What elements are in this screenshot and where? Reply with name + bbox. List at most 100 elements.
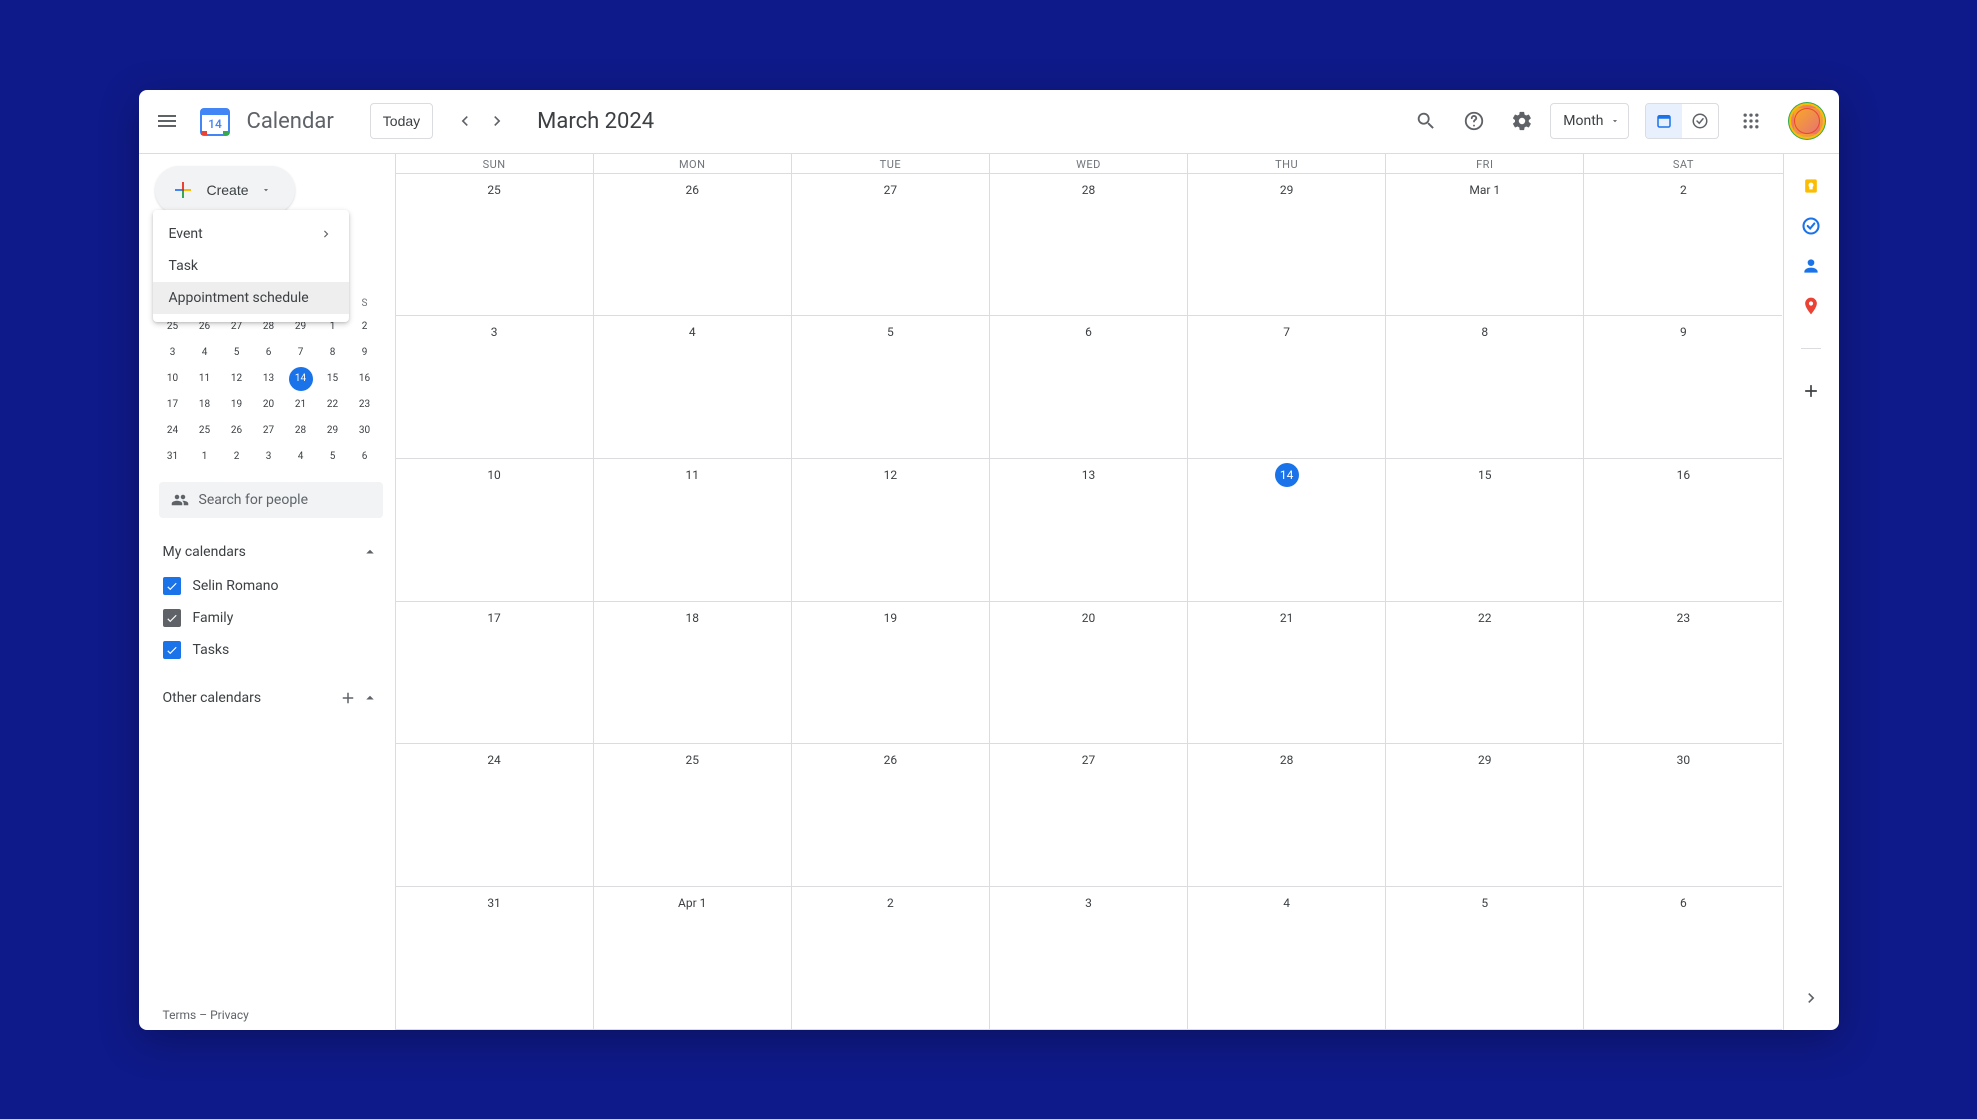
mini-cal-day[interactable]: 11: [193, 367, 217, 391]
create-menu-appointment[interactable]: Appointment schedule: [153, 282, 349, 314]
day-cell[interactable]: 28: [990, 174, 1188, 317]
side-panel-app-keep[interactable]: [1791, 166, 1831, 206]
day-number[interactable]: 13: [1076, 463, 1100, 487]
day-number[interactable]: 16: [1671, 463, 1695, 487]
day-cell[interactable]: 31: [396, 887, 594, 1030]
day-cell[interactable]: 15: [1386, 459, 1584, 602]
day-number[interactable]: 21: [1275, 606, 1299, 630]
main-menu-button[interactable]: [147, 101, 187, 141]
today-button[interactable]: Today: [370, 103, 433, 139]
day-number[interactable]: 11: [680, 463, 704, 487]
mini-cal-day[interactable]: 10: [161, 367, 185, 391]
google-apps-button[interactable]: [1731, 101, 1771, 141]
mini-cal-day[interactable]: 7: [289, 341, 313, 365]
day-number[interactable]: 22: [1473, 606, 1497, 630]
day-cell[interactable]: 2: [792, 887, 990, 1030]
day-number[interactable]: 28: [1275, 748, 1299, 772]
day-cell[interactable]: 19: [792, 602, 990, 745]
day-cell[interactable]: 7: [1188, 316, 1386, 459]
mini-cal-day[interactable]: 1: [193, 445, 217, 469]
day-number[interactable]: 15: [1473, 463, 1497, 487]
day-cell[interactable]: 16: [1584, 459, 1782, 602]
day-number[interactable]: 9: [1671, 320, 1695, 344]
day-cell[interactable]: 28: [1188, 744, 1386, 887]
day-number[interactable]: 14: [1275, 463, 1299, 487]
mini-cal-day[interactable]: 26: [225, 419, 249, 443]
day-cell[interactable]: 23: [1584, 602, 1782, 745]
day-number[interactable]: 27: [878, 178, 902, 202]
mini-cal-day[interactable]: 22: [321, 393, 345, 417]
create-menu-task[interactable]: Task: [153, 250, 349, 282]
mini-cal-day[interactable]: 28: [289, 419, 313, 443]
day-number[interactable]: 5: [1473, 891, 1497, 915]
day-cell[interactable]: 26: [594, 174, 792, 317]
day-number[interactable]: 2: [878, 891, 902, 915]
mini-cal-day[interactable]: 8: [321, 341, 345, 365]
mini-cal-day[interactable]: 12: [225, 367, 249, 391]
day-number[interactable]: 6: [1076, 320, 1100, 344]
mini-cal-day[interactable]: 18: [193, 393, 217, 417]
mini-cal-day[interactable]: 13: [257, 367, 281, 391]
day-cell[interactable]: 11: [594, 459, 792, 602]
day-number[interactable]: 25: [680, 748, 704, 772]
day-cell[interactable]: 6: [1584, 887, 1782, 1030]
mini-cal-day[interactable]: 20: [257, 393, 281, 417]
mini-cal-day[interactable]: 6: [257, 341, 281, 365]
tasks-view-toggle[interactable]: [1682, 104, 1718, 138]
mini-cal-day[interactable]: 15: [321, 367, 345, 391]
day-number[interactable]: 26: [680, 178, 704, 202]
day-number[interactable]: 2: [1671, 178, 1695, 202]
day-number[interactable]: 4: [680, 320, 704, 344]
calendar-list-item[interactable]: Tasks: [163, 636, 379, 664]
day-cell[interactable]: 8: [1386, 316, 1584, 459]
day-cell[interactable]: Apr 1: [594, 887, 792, 1030]
mini-cal-day[interactable]: 2: [353, 315, 377, 339]
mini-cal-day[interactable]: 5: [225, 341, 249, 365]
day-number[interactable]: 24: [482, 748, 506, 772]
day-number[interactable]: 20: [1076, 606, 1100, 630]
mini-cal-day[interactable]: 4: [289, 445, 313, 469]
day-number[interactable]: 26: [878, 748, 902, 772]
mini-cal-day[interactable]: 19: [225, 393, 249, 417]
my-calendars-header[interactable]: My calendars: [163, 536, 379, 568]
search-people-input[interactable]: Search for people: [159, 482, 383, 518]
day-cell[interactable]: 27: [792, 174, 990, 317]
day-cell[interactable]: 9: [1584, 316, 1782, 459]
day-number[interactable]: 12: [878, 463, 902, 487]
mini-cal-day[interactable]: 25: [193, 419, 217, 443]
day-cell[interactable]: 22: [1386, 602, 1584, 745]
view-select[interactable]: Month: [1550, 103, 1628, 139]
day-number[interactable]: 19: [878, 606, 902, 630]
settings-button[interactable]: [1502, 101, 1542, 141]
day-number[interactable]: 8: [1473, 320, 1497, 344]
day-number[interactable]: 10: [482, 463, 506, 487]
privacy-link[interactable]: Privacy: [210, 1008, 249, 1022]
day-cell[interactable]: 14: [1188, 459, 1386, 602]
mini-cal-day[interactable]: 5: [321, 445, 345, 469]
calendar-checkbox[interactable]: [163, 609, 181, 627]
day-number[interactable]: Apr 1: [598, 891, 787, 915]
create-button[interactable]: Create: [155, 166, 295, 214]
plus-icon[interactable]: [339, 689, 357, 707]
day-number[interactable]: 25: [482, 178, 506, 202]
mini-cal-day[interactable]: 23: [353, 393, 377, 417]
day-number[interactable]: 17: [482, 606, 506, 630]
calendar-view-toggle[interactable]: [1646, 104, 1682, 138]
day-cell[interactable]: 20: [990, 602, 1188, 745]
side-panel-app-tasks[interactable]: [1791, 206, 1831, 246]
day-number[interactable]: 31: [482, 891, 506, 915]
day-cell[interactable]: 26: [792, 744, 990, 887]
mini-cal-day[interactable]: 31: [161, 445, 185, 469]
day-number[interactable]: 27: [1076, 748, 1100, 772]
day-number[interactable]: 29: [1473, 748, 1497, 772]
day-cell[interactable]: 4: [594, 316, 792, 459]
day-cell[interactable]: 29: [1386, 744, 1584, 887]
day-cell[interactable]: 21: [1188, 602, 1386, 745]
calendar-list-item[interactable]: Selin Romano: [163, 572, 379, 600]
mini-cal-day[interactable]: 29: [321, 419, 345, 443]
side-panel-collapse-button[interactable]: [1791, 978, 1831, 1018]
mini-cal-day[interactable]: 4: [193, 341, 217, 365]
day-number[interactable]: 6: [1671, 891, 1695, 915]
mini-cal-day[interactable]: 30: [353, 419, 377, 443]
calendar-list-item[interactable]: Family: [163, 604, 379, 632]
